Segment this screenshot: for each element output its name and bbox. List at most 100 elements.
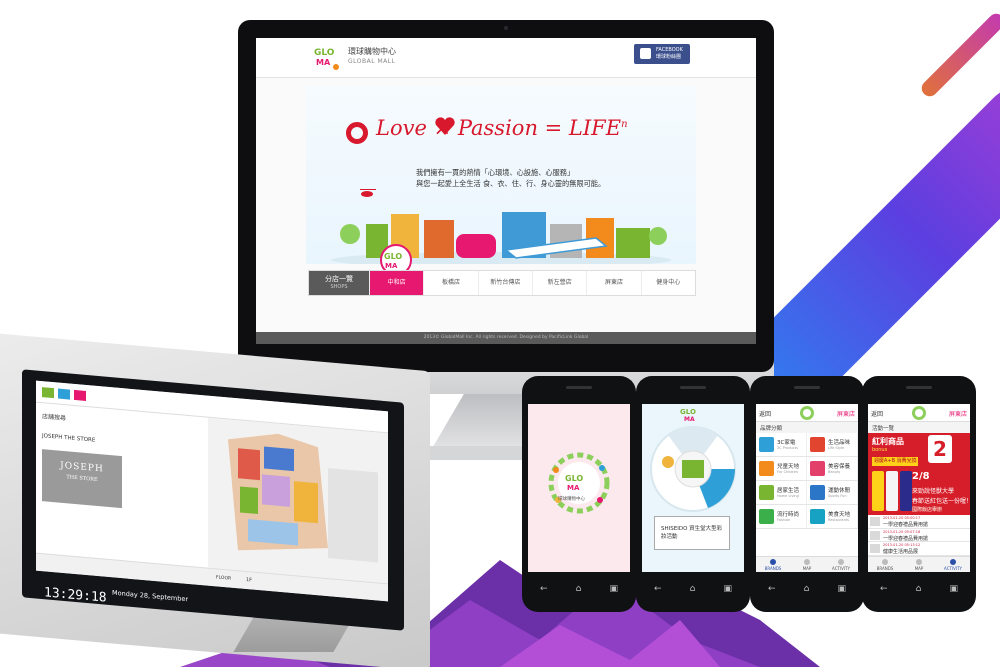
tab-map[interactable]: MAP [902,557,936,572]
category-item[interactable]: 生活品味 Life Style [807,433,858,457]
shops-list-button[interactable]: 分店一覽 SHOPS [309,271,369,295]
category-sublabel: Fashion [777,518,791,522]
recent-key-icon[interactable]: ▣ [609,582,618,596]
facebook-label: FACEBOOK [656,47,683,53]
category-label: 3C家電 [777,440,796,446]
hero-slogan-suffix: n [621,119,628,130]
category-sublabel: Beauty [828,470,841,474]
back-key-icon[interactable]: ← [880,582,888,596]
tab-brands[interactable]: BRANDS [868,557,902,572]
banner-line-2: 來勁說怪獸大學 [912,488,955,495]
svg-text:GLO: GLO [314,48,335,58]
category-item[interactable]: 3C家電 3C Products [756,433,807,457]
event-thumbnail [870,517,880,526]
facebook-fanpage-button[interactable]: FACEBOOK 環球粉絲團 [634,44,690,64]
category-label: 流行時尚 [777,512,800,518]
back-button[interactable]: 返回 [759,409,771,418]
category-label: 居家生活 [777,488,800,494]
hero-tagline-1: 我們擁有一貫的熱情「心環境、心設施、心服務」 [416,168,575,177]
kiosk-floor-value[interactable]: 1F [246,577,252,584]
category-sublabel: Home Living [777,494,799,498]
tab-brands[interactable]: BRANDS [756,557,790,572]
tab-activity[interactable]: ACTIVITY [936,557,970,572]
facebook-like-icon [640,48,651,59]
category-item[interactable]: 運動休閒 Sports Fun [807,481,858,505]
category-label: 運動休閒 [828,488,851,494]
category-item[interactable]: 居家生活 Home Living [756,481,807,505]
facebook-sublabel: 環球粉絲團 [656,54,682,60]
category-icon [759,509,774,524]
kiosk-floor-label: FLOOR [216,575,232,582]
tab-zuoying[interactable]: 新左營店 [531,271,586,295]
store-selector[interactable]: 屏東店 [949,409,967,418]
splash-wreath-logo: GLO MA [548,452,610,514]
desktop-monitor: GLO MA 環球購物中心 GLOBAL MALL FACEBOOK 環球粉絲團… [238,20,774,372]
home-key-icon[interactable]: ⌂ [916,582,922,596]
category-icon [759,437,774,452]
back-button[interactable]: 返回 [871,409,883,418]
logo-text-zh: 環球購物中心 [348,47,396,56]
list-item[interactable]: 2013-01-20 05:07:18 一學迎春禮品費用搶 [868,529,970,543]
shops-label-zh: 分店一覽 [325,275,353,283]
phone-nav-keys: ← ⌂ ▣ [768,582,846,596]
event-list-screen: 返回 屏東店 活動一覽 紅利商品 bonus 2 週慶A+B 消費兌換 2/8 … [868,404,970,572]
phone-speaker [906,386,932,389]
splash-title: 環球購物中心 [558,497,585,502]
tab-banqiao[interactable]: 板橋店 [423,271,477,295]
home-key-icon[interactable]: ⌂ [690,582,696,596]
back-key-icon[interactable]: ← [540,582,548,596]
phone-nav-keys: ← ⌂ ▣ [540,582,618,596]
recent-key-icon[interactable]: ▣ [949,582,958,596]
back-key-icon[interactable]: ← [768,582,776,596]
category-item[interactable]: 流行時尚 Fashion [756,505,807,529]
kiosk-screen: 店舖搜尋 JOSEPH THE STORE JOSEPH THE STORE F… [36,380,388,602]
category-sublabel: 3C Products [777,446,798,450]
section-title: 品牌分類 [756,422,858,433]
store-selector[interactable]: 屏東店 [837,409,855,418]
hero-slogan-text: Love × Passion = LIFE [376,116,622,140]
global-mall-logo-icon[interactable]: GLO MA [312,44,342,72]
tab-zhonghe[interactable]: 中和店 [369,271,424,295]
category-label: 生活品味 [828,440,851,446]
list-item[interactable]: 2013-01-20 05:13:12 健康生活用品展 [868,542,970,556]
category-item[interactable]: 兒童天地 For Children [756,457,807,481]
site-footer: 2013© GlobalMall Inc. All rights reserve… [256,332,756,344]
app-tab-bar: BRANDS MAP ACTIVITY [756,556,858,572]
home-key-icon[interactable]: ⌂ [804,582,810,596]
event-title: 一學迎春禮品費用搶 [883,522,929,528]
kiosk-floor-map[interactable] [208,417,388,584]
tab-map[interactable]: MAP [790,557,824,572]
tab-pingtung[interactable]: 屏東店 [586,271,640,295]
recent-key-icon[interactable]: ▣ [723,582,732,596]
svg-text:GLO: GLO [384,252,402,261]
category-icon [759,461,774,476]
category-item[interactable]: 美容保養 Beauty [807,457,858,481]
event-popup-text: SHISEIDO 資生堂大型彩妝活動 [661,526,723,540]
svg-text:GLO: GLO [565,474,583,483]
tab-fitness[interactable]: 健身中心 [640,271,695,295]
event-title: 一學迎春禮品費用搶 [883,535,929,542]
kiosk-store-logo: JOSEPH THE STORE [42,449,122,509]
recent-key-icon[interactable]: ▣ [837,582,846,596]
category-label: 美食天地 [828,512,851,518]
category-icon [810,509,825,524]
event-thumbnail [870,530,880,540]
phone-speaker [680,386,706,389]
svg-text:MA: MA [385,262,398,270]
tab-hsinchu[interactable]: 新竹台傳店 [477,271,532,295]
category-grid: 3C家電 3C Products 生活品味 Life Style 兒童天地 For Chi… [756,433,858,556]
back-key-icon[interactable]: ← [654,582,662,596]
store-dial-wheel[interactable] [648,424,738,514]
category-item[interactable]: 美食天地 Restaurants [807,505,858,529]
svg-text:GLO: GLO [680,408,696,416]
event-popup[interactable]: SHISEIDO 資生堂大型彩妝活動 [654,516,730,550]
list-item[interactable]: 2013-01-20 05:00:17 一學迎春禮品費用搶 [868,515,970,529]
store-nav-bar: 分店一覽 SHOPS 中和店 板橋店 新竹台傳店 新左營店 屏東店 健身中心 [308,270,696,296]
app-header-logo: GLO MA [680,408,696,422]
home-key-icon[interactable]: ⌂ [576,582,582,596]
phone-speaker [566,386,592,389]
event-banner[interactable]: 紅利商品 bonus 2 週慶A+B 消費兌換 2/8 來勁說怪獸大學 春節送紅… [868,433,970,515]
category-label: 美容保養 [828,464,851,470]
banner-line-4: 國際飯店舉辦 [912,507,943,513]
tab-activity[interactable]: ACTIVITY [824,557,858,572]
